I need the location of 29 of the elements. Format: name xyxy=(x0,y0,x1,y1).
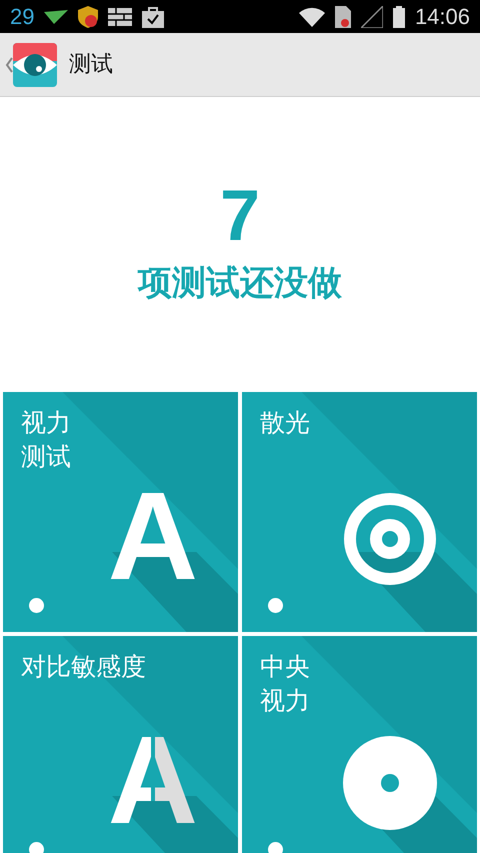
paper-plane-icon xyxy=(44,10,68,24)
disc-icon xyxy=(343,736,437,830)
tile-label: 散光 xyxy=(260,407,310,439)
back-button[interactable] xyxy=(5,42,57,86)
shopping-bag-icon xyxy=(142,6,164,28)
sim-card-icon xyxy=(334,6,351,28)
test-tile[interactable]: 对比敏感度 A xyxy=(3,636,238,853)
shield-icon xyxy=(78,6,98,28)
chevron-left-icon xyxy=(5,56,13,72)
test-tile[interactable]: 中央 视力 xyxy=(242,636,477,853)
tile-label: 视力 xyxy=(21,407,71,439)
brick-icon xyxy=(108,8,132,26)
tile-label: 对比敏感度 xyxy=(21,651,146,683)
tile-label: 视力 xyxy=(260,685,310,717)
test-tile[interactable]: 散光 xyxy=(242,392,477,632)
notification-count: 29 xyxy=(10,6,34,28)
test-tile[interactable]: 视力 测试 A xyxy=(3,392,238,632)
battery-icon xyxy=(392,6,405,28)
tile-label: 测试 xyxy=(21,441,71,473)
signal-icon xyxy=(360,6,383,28)
remaining-count: 7 xyxy=(220,180,260,252)
eye-logo-icon xyxy=(13,42,57,86)
wifi-icon xyxy=(298,6,325,26)
clock: 14:06 xyxy=(414,6,470,28)
target-rings-icon xyxy=(343,492,437,586)
tile-label: 中央 xyxy=(260,651,310,683)
remaining-caption: 项测试还没做 xyxy=(138,262,342,305)
screen-title: 测试 xyxy=(69,51,113,79)
letter-symbol: A xyxy=(108,474,198,599)
